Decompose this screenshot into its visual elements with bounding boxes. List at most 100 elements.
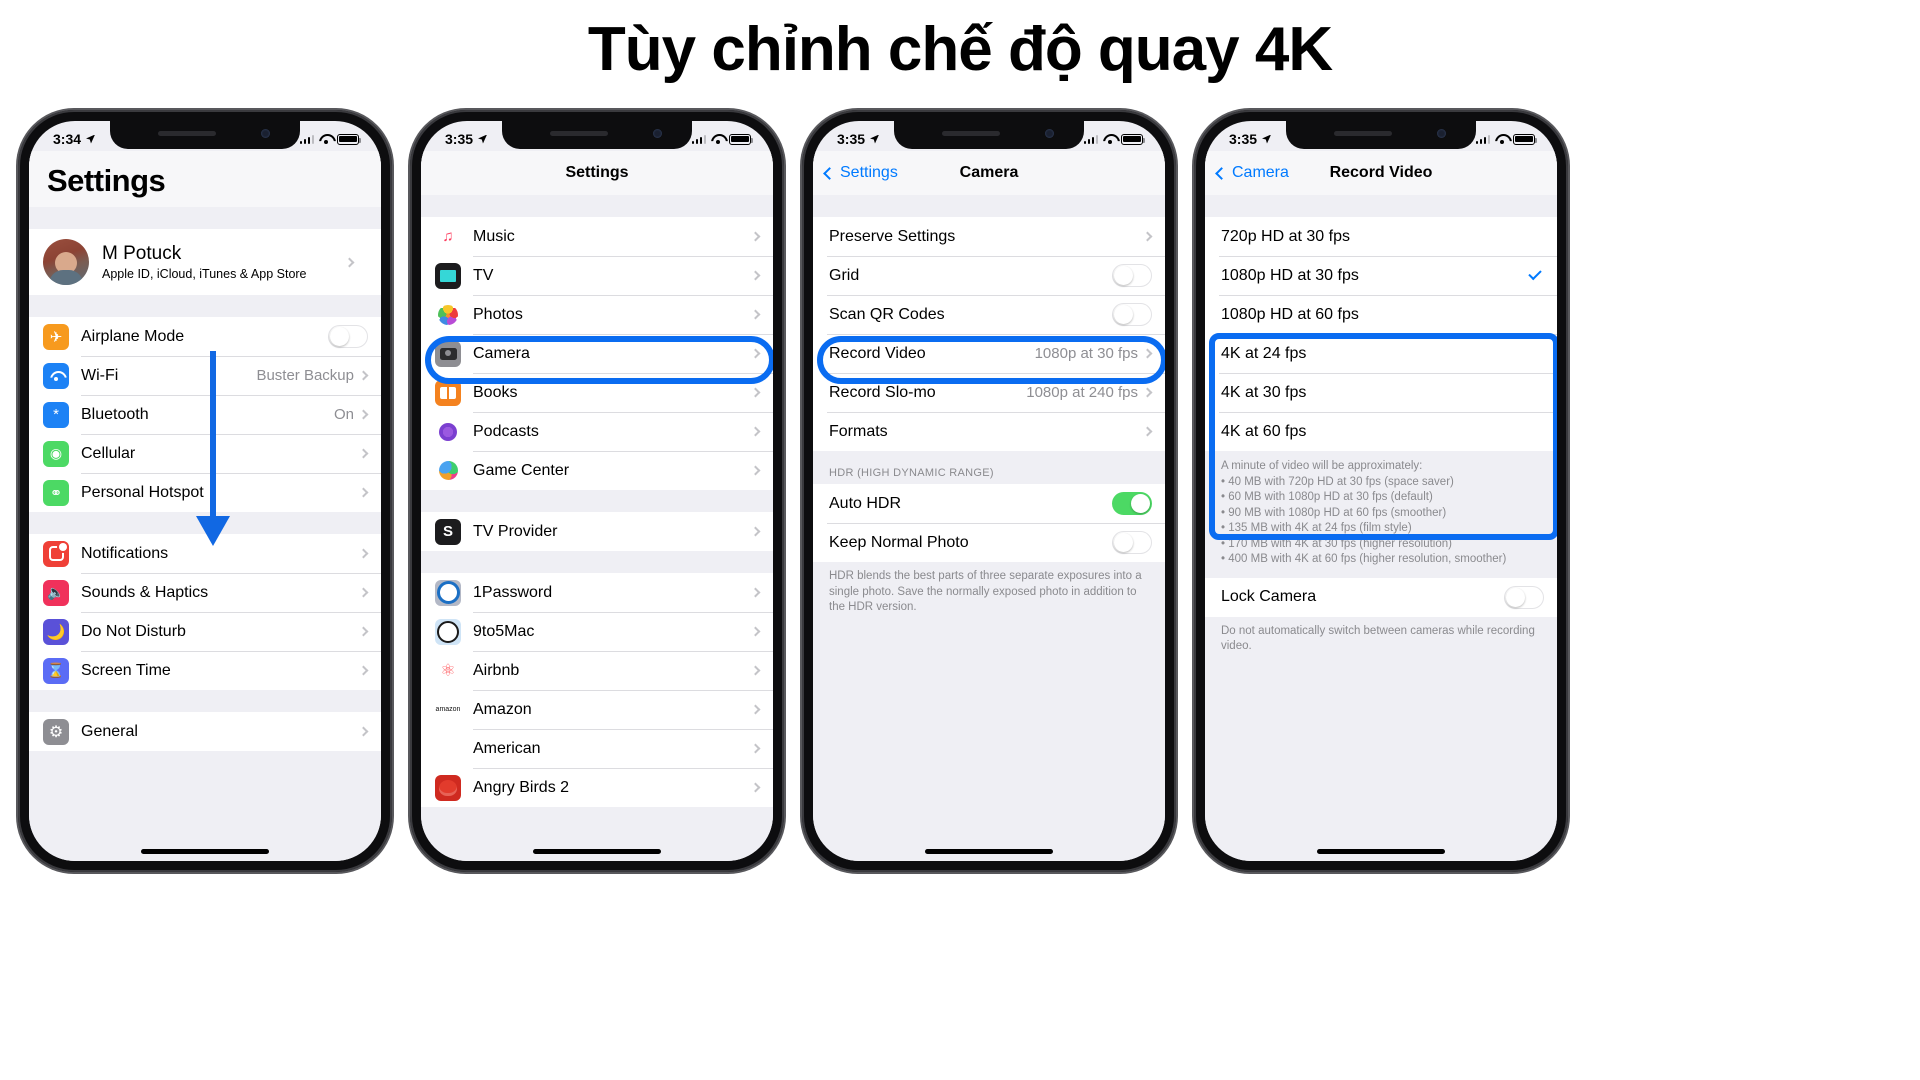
option-4k-30[interactable]: 4K at 30 fps [1205,373,1557,412]
chevron-right-icon [358,487,369,498]
row-keep-normal-photo[interactable]: Keep Normal Photo [813,523,1165,562]
row-value: 1080p at 240 fps [1026,384,1138,401]
phone-1: 3:34 Settings M Potuck Apple ID, iCloud,… [18,110,392,872]
page-heading: Settings [47,163,166,198]
row-grid[interactable]: Grid [813,256,1165,295]
row-label: Podcasts [473,422,539,440]
video-size-note-intro: A minute of video will be approximately: [1221,460,1423,472]
option-4k-60[interactable]: 4K at 60 fps [1205,412,1557,451]
sidebar-item-1password[interactable]: 1Password [421,573,773,612]
chevron-right-icon [750,465,761,476]
chevron-right-icon [750,743,761,754]
nav-bar: Settings Camera [813,151,1165,195]
chevron-right-icon [750,782,761,793]
row-label: Do Not Disturb [81,622,186,640]
row-record-slo-mo[interactable]: Record Slo-mo 1080p at 240 fps [813,373,1165,412]
chevron-right-icon [358,370,369,381]
location-arrow-icon [870,134,880,144]
video-size-bullet: • 90 MB with 1080p HD at 60 fps (smoothe… [1221,506,1447,519]
row-preserve-settings[interactable]: Preserve Settings [813,217,1165,256]
tv-provider-icon: S [435,518,461,545]
phone-2-screen: 3:35 Settings Music [421,121,773,861]
chevron-right-icon [750,587,761,598]
9to5mac-icon [435,618,461,645]
row-value: 1080p at 30 fps [1034,345,1138,362]
option-4k-24[interactable]: 4K at 24 fps [1205,334,1557,373]
sidebar-item-airbnb[interactable]: ⚛ Airbnb [421,651,773,690]
sidebar-item-angry-birds-2[interactable]: Angry Birds 2 [421,768,773,807]
wifi-icon [1103,134,1116,144]
sidebar-item-amazon[interactable]: amazon Amazon [421,690,773,729]
bluetooth-icon: * [43,401,69,428]
apple-id-row[interactable]: M Potuck Apple ID, iCloud, iTunes & App … [29,229,381,295]
front-camera-icon [1045,129,1054,138]
option-1080p-60[interactable]: 1080p HD at 60 fps [1205,295,1557,334]
books-icon [435,379,461,406]
row-label: Record Video [829,344,926,362]
back-button[interactable]: Camera [1215,164,1289,182]
sidebar-item-books[interactable]: Books [421,373,773,412]
phone-2: 3:35 Settings Music [410,110,784,872]
sidebar-item-tv-provider[interactable]: S TV Provider [421,512,773,551]
home-indicator [141,849,269,854]
row-label: Notifications [81,544,169,562]
section-gap [1205,195,1557,217]
alerts-group: Notifications 🔈 Sounds & Haptics 🌙 Do No… [29,534,381,690]
profile-subtitle: Apple ID, iCloud, iTunes & App Store [102,266,307,281]
signal-icon [1083,134,1098,144]
phone-3-screen: 3:35 Settings Camera Preserve Settings G… [813,121,1165,861]
location-arrow-icon [1262,134,1272,144]
section-gap [29,690,381,712]
option-720p-30[interactable]: 720p HD at 30 fps [1205,217,1557,256]
row-formats[interactable]: Formats [813,412,1165,451]
chevron-right-icon [750,348,761,359]
sidebar-item-screen-time[interactable]: ⌛ Screen Time [29,651,381,690]
phone-1-screen: 3:34 Settings M Potuck Apple ID, iCloud,… [29,121,381,861]
cellular-icon: ◉ [43,440,69,467]
sounds-icon: 🔈 [43,579,69,606]
status-right [691,133,754,145]
sidebar-item-photos[interactable]: Photos [421,295,773,334]
status-time: 3:35 [837,131,866,147]
sidebar-item-sounds-haptics[interactable]: 🔈 Sounds & Haptics [29,573,381,612]
auto-hdr-toggle[interactable] [1112,492,1152,515]
grid-toggle[interactable] [1112,264,1152,287]
section-gap [813,195,1165,217]
chevron-right-icon [1142,348,1153,359]
video-size-bullet: • 60 MB with 1080p HD at 30 fps (default… [1221,491,1433,504]
phone-3: 3:35 Settings Camera Preserve Settings G… [802,110,1176,872]
back-button[interactable]: Settings [823,164,898,182]
row-label: Airbnb [473,661,520,679]
wifi-icon [43,362,69,389]
row-label: Sounds & Haptics [81,583,209,601]
row-scan-qr-codes[interactable]: Scan QR Codes [813,295,1165,334]
sidebar-item-do-not-disturb[interactable]: 🌙 Do Not Disturb [29,612,381,651]
row-auto-hdr[interactable]: Auto HDR [813,484,1165,523]
keep-normal-photo-toggle[interactable] [1112,531,1152,554]
sidebar-item-camera[interactable]: Camera [421,334,773,373]
row-record-video[interactable]: Record Video 1080p at 30 fps [813,334,1165,373]
sidebar-item-american[interactable]: ✈ American [421,729,773,768]
row-label: Camera [473,344,530,362]
sidebar-item-music[interactable]: Music [421,217,773,256]
scan-qr-toggle[interactable] [1112,303,1152,326]
video-size-bullet: • 40 MB with 720p HD at 30 fps (space sa… [1221,475,1454,488]
sidebar-item-general[interactable]: ⚙ General [29,712,381,751]
row-label: Formats [829,422,888,440]
sidebar-item-podcasts[interactable]: Podcasts [421,412,773,451]
row-label: Grid [829,266,860,284]
podcasts-icon [435,418,461,445]
row-lock-camera[interactable]: Lock Camera [1205,577,1557,617]
sidebar-item-9to5mac[interactable]: 9to5Mac [421,612,773,651]
option-1080p-30[interactable]: 1080p HD at 30 fps [1205,256,1557,295]
nav-bar-large: Settings [29,151,381,207]
music-icon [435,223,461,250]
airplane-toggle[interactable] [328,325,368,348]
section-gap [421,490,773,512]
front-camera-icon [261,129,270,138]
sidebar-item-game-center[interactable]: Game Center [421,451,773,490]
chevron-right-icon [750,231,761,242]
sidebar-item-tv[interactable]: TV [421,256,773,295]
phone-3-content: Settings Camera Preserve Settings Grid S… [813,151,1165,861]
lock-camera-toggle[interactable] [1504,585,1544,609]
